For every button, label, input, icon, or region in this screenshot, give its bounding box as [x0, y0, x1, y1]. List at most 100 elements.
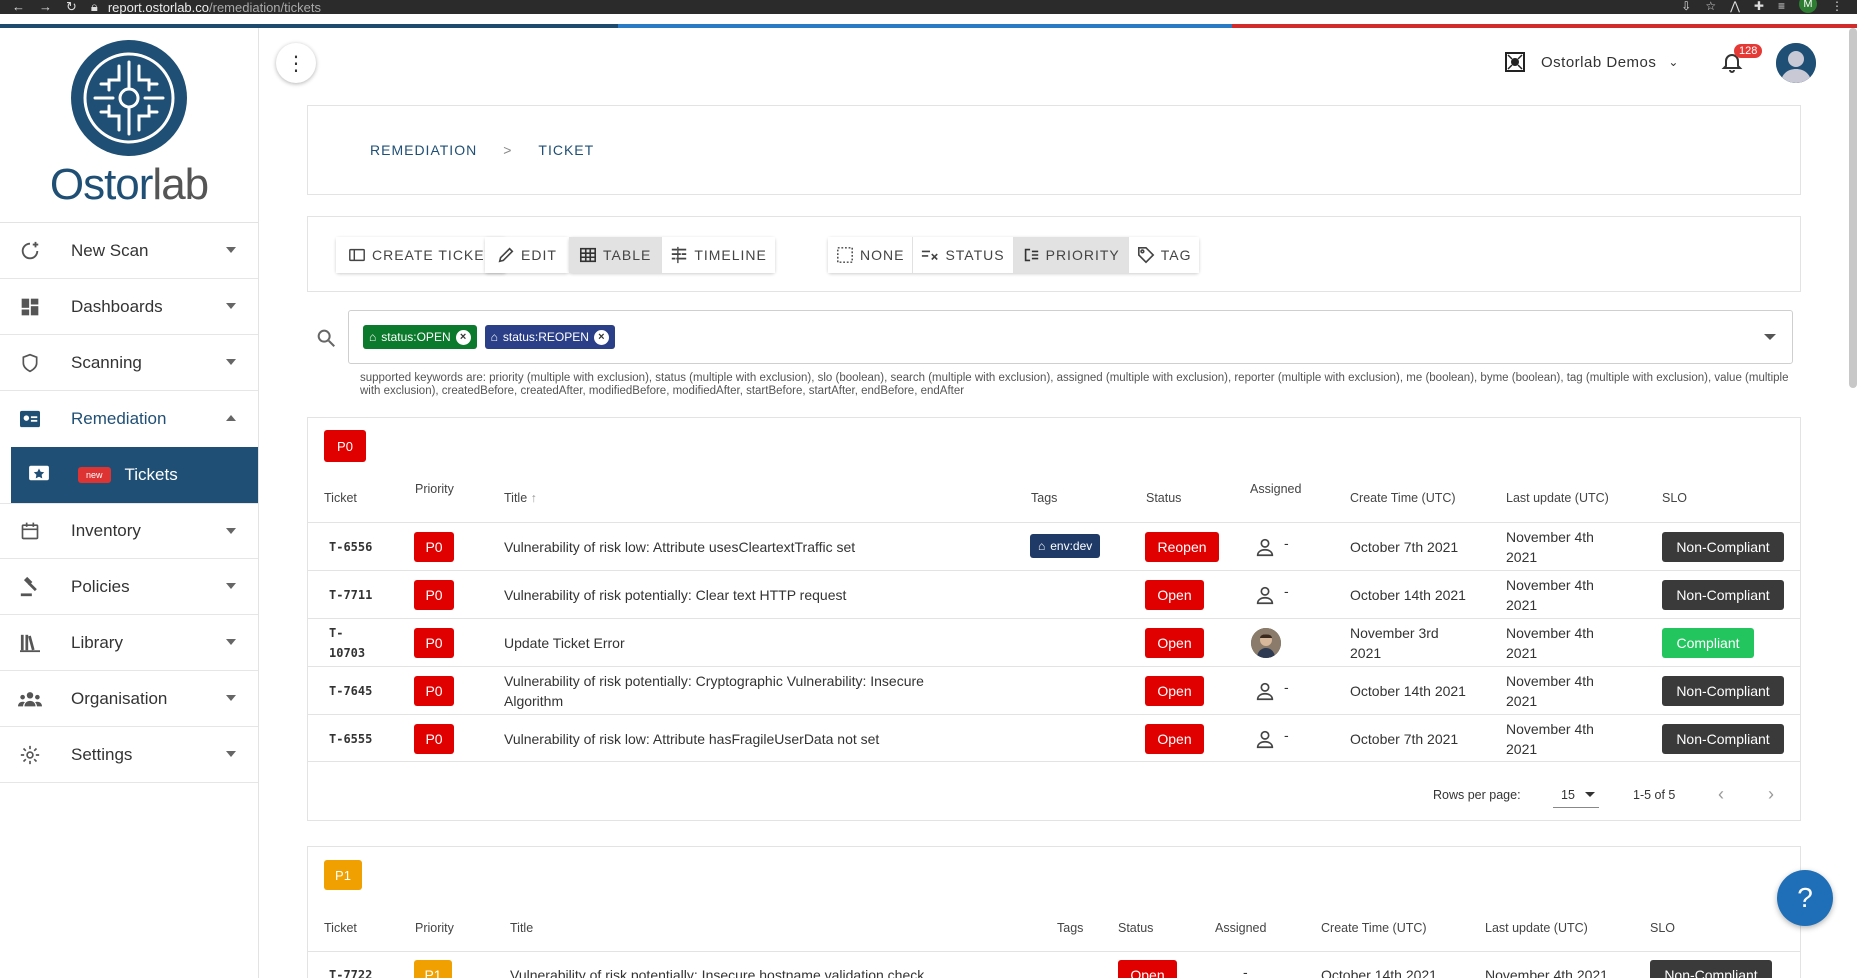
group-priority-button[interactable]: PRIORITY — [1013, 237, 1129, 273]
breadcrumb-ticket[interactable]: TICKET — [538, 142, 594, 158]
gavel-icon — [18, 575, 42, 599]
tag-icon: ⌂ — [1038, 539, 1046, 553]
chevron-down-icon — [226, 751, 236, 757]
assigned-value: - — [1284, 727, 1289, 743]
column-header-tags[interactable]: Tags — [1031, 491, 1057, 505]
puzzle-icon[interactable]: ✚ — [1754, 0, 1764, 13]
forward-icon[interactable]: → — [39, 0, 52, 15]
organisation-selector[interactable]: Ostorlab Demos ⌄ — [1505, 52, 1679, 72]
breadcrumb-remediation[interactable]: REMEDIATION — [370, 142, 477, 158]
create-ticket-button[interactable]: CREATE TICKET — [336, 237, 507, 273]
ostorlab-logo[interactable]: Ostorlab — [0, 28, 258, 223]
ticket-id[interactable]: T-6555 — [329, 729, 372, 749]
ticket-id[interactable]: T-7722 — [329, 965, 372, 978]
next-page-icon[interactable]: › — [1768, 784, 1774, 805]
timeline-icon — [672, 246, 687, 264]
filter-dropdown-icon[interactable] — [1764, 334, 1776, 340]
ticket-id[interactable]: T-7711 — [329, 585, 372, 605]
ticket-title[interactable]: Vulnerability of risk low: Attribute use… — [504, 537, 855, 557]
column-header-assigned[interactable]: Assigned — [1215, 921, 1266, 935]
help-icon: ? — [1797, 882, 1813, 913]
extension-icon[interactable]: ⋀ — [1730, 0, 1740, 13]
column-header-status[interactable]: Status — [1146, 491, 1181, 505]
ticket-title[interactable]: Vulnerability of risk potentially: Crypt… — [504, 671, 924, 711]
table-view-button[interactable]: TABLE — [569, 237, 663, 273]
sidebar-item-dashboards[interactable]: Dashboards — [0, 279, 258, 335]
column-header-updated[interactable]: Last update (UTC) — [1485, 921, 1588, 935]
rows-per-page-select[interactable]: 15 — [1553, 784, 1599, 808]
ticket-title[interactable]: Vulnerability of risk potentially: Clear… — [504, 585, 846, 605]
edit-button[interactable]: EDIT — [485, 237, 569, 273]
help-button[interactable]: ? — [1777, 870, 1833, 926]
ticket-title[interactable]: Vulnerability of risk low: Attribute has… — [504, 729, 879, 749]
priority-pill: P0 — [414, 724, 454, 754]
breadcrumb-separator: > — [503, 142, 513, 158]
assignee-avatar[interactable] — [1251, 628, 1281, 658]
profile-avatar[interactable]: M — [1799, 0, 1817, 13]
tag-pill[interactable]: ⌂ env:dev — [1030, 534, 1101, 558]
playlist-icon[interactable]: ≡ — [1778, 0, 1785, 13]
ticket-title[interactable]: Vulnerability of risk potentially: Insec… — [510, 965, 924, 978]
ticket-id[interactable]: T- 10703 — [329, 623, 365, 663]
sidebar-item-new-scan[interactable]: New Scan — [0, 223, 258, 279]
sidebar-item-inventory[interactable]: Inventory — [0, 503, 258, 559]
sidebar-item-organisation[interactable]: Organisation — [0, 671, 258, 727]
sidebar-item-policies[interactable]: Policies — [0, 559, 258, 615]
column-header-created[interactable]: Create Time (UTC) — [1321, 921, 1427, 935]
column-header-priority[interactable]: Priority — [415, 921, 454, 935]
filter-chip-status-open[interactable]: ⌂ status:OPEN × — [363, 325, 477, 349]
column-header-updated[interactable]: Last update (UTC) — [1506, 491, 1609, 505]
column-header-priority[interactable]: Priority — [415, 482, 454, 496]
column-header-created[interactable]: Create Time (UTC) — [1350, 491, 1456, 505]
user-avatar[interactable] — [1776, 43, 1816, 83]
ticket-icon — [349, 248, 365, 262]
table-row[interactable]: T-7711 P0 Vulnerability of risk potentia… — [308, 570, 1800, 618]
browser-menu-icon[interactable]: ⋮ — [1831, 0, 1843, 13]
column-header-status[interactable]: Status — [1118, 921, 1153, 935]
sidebar-item-scanning[interactable]: Scanning — [0, 335, 258, 391]
star-icon[interactable]: ☆ — [1705, 0, 1716, 13]
status-badge: Reopen — [1145, 532, 1219, 562]
table-row[interactable]: T-7722 P1 Vulnerability of risk potentia… — [308, 951, 1800, 978]
priority-pill: P1 — [414, 960, 452, 978]
column-header-title[interactable]: Title ↑ — [504, 491, 537, 505]
filter-chip-status-reopen[interactable]: ⌂ status:REOPEN × — [484, 325, 615, 349]
sidebar-item-library[interactable]: Library — [0, 615, 258, 671]
filter-input[interactable]: ⌂ status:OPEN × ⌂ status:REOPEN × — [348, 310, 1793, 364]
sidebar-item-remediation[interactable]: Remediation — [0, 391, 258, 447]
back-icon[interactable]: ← — [12, 0, 25, 15]
sidebar-item-label: Settings — [71, 744, 133, 764]
chevron-down-icon — [226, 247, 236, 253]
ticket-id[interactable]: T-7645 — [329, 681, 372, 701]
more-menu-button[interactable]: ⋮ — [276, 43, 316, 83]
column-header-ticket[interactable]: Ticket — [324, 491, 357, 505]
page-scrollbar[interactable] — [1849, 28, 1857, 388]
column-header-tags[interactable]: Tags — [1057, 921, 1083, 935]
column-header-slo[interactable]: SLO — [1650, 921, 1675, 935]
column-header-slo[interactable]: SLO — [1662, 491, 1687, 505]
table-row[interactable]: T-6555 P0 Vulnerability of risk low: Att… — [308, 714, 1800, 762]
table-row[interactable]: T-7645 P0 Vulnerability of risk potentia… — [308, 666, 1800, 714]
table-row[interactable]: T- 10703 P0 Update Ticket Error Open Nove… — [308, 618, 1800, 666]
chip-remove-icon[interactable]: × — [593, 329, 609, 345]
chip-remove-icon[interactable]: × — [455, 329, 471, 345]
address-bar[interactable]: report.ostorlab.co/remediation/tickets — [108, 0, 321, 15]
status-badge: Open — [1145, 580, 1204, 610]
ticket-title[interactable]: Update Ticket Error — [504, 633, 625, 653]
sidebar-item-settings[interactable]: Settings — [0, 727, 258, 783]
column-header-title[interactable]: Title — [510, 921, 533, 935]
install-icon[interactable]: ⇩ — [1681, 0, 1691, 13]
column-header-ticket[interactable]: Ticket — [324, 921, 357, 935]
create-time: October 14th 2021 — [1321, 967, 1437, 978]
prev-page-icon[interactable]: ‹ — [1718, 784, 1724, 805]
timeline-view-button[interactable]: TIMELINE — [662, 237, 775, 273]
update-time-line1: November 4th — [1506, 721, 1594, 737]
table-row[interactable]: T-6556 P0 Vulnerability of risk low: Att… — [308, 522, 1800, 570]
column-header-assigned[interactable]: Assigned — [1250, 482, 1301, 496]
group-tag-button[interactable]: TAG — [1128, 237, 1200, 273]
group-status-button[interactable]: STATUS — [913, 237, 1014, 273]
group-none-button[interactable]: NONE — [828, 237, 914, 273]
reload-icon[interactable]: ↻ — [66, 0, 77, 15]
ticket-id[interactable]: T-6556 — [329, 537, 372, 557]
sidebar-subitem-tickets[interactable]: new Tickets — [11, 447, 258, 503]
